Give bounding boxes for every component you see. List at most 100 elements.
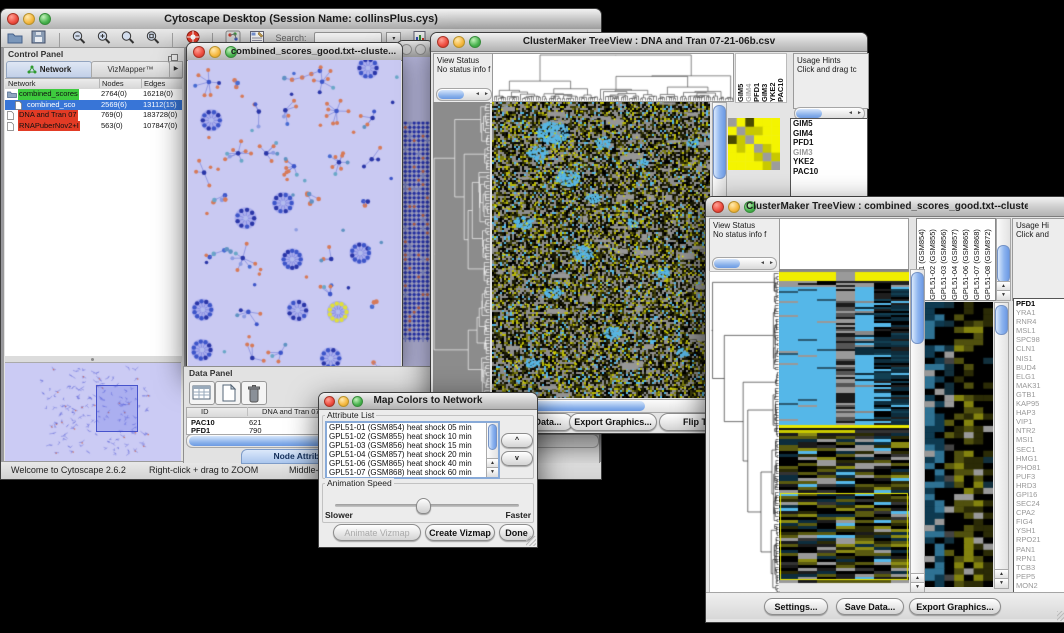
view-status-scrollbar[interactable]: ◄► [712, 257, 777, 270]
gene-label[interactable]: MSL1 [1014, 326, 1064, 335]
attribute-list-item[interactable]: GPL51-03 (GSM856) heat shock 15 min [327, 441, 487, 450]
close-button[interactable] [437, 36, 449, 48]
minimize-button[interactable] [209, 46, 221, 58]
row-dendrogram-canvas[interactable] [709, 271, 780, 593]
col-edges[interactable]: Edges [141, 79, 165, 88]
column-label[interactable]: GPL51-06 (GSM865) [961, 219, 972, 300]
gene-label[interactable]: RPO21 [1014, 535, 1064, 544]
delete-attribute-button[interactable] [241, 381, 267, 405]
column-label[interactable]: GPL51-03 (GSM856) [939, 219, 950, 300]
column-labels-scrollbar[interactable]: ▲ ▼ [996, 218, 1011, 301]
column-label[interactable]: GIM3 [760, 54, 768, 102]
gene-label[interactable]: PHO81 [1014, 463, 1064, 472]
attribute-table-button[interactable] [189, 381, 215, 405]
scroll-down-icon[interactable]: ▼ [487, 467, 498, 477]
gene-label[interactable]: GIM5 [791, 119, 867, 129]
minimize-button[interactable] [23, 13, 35, 25]
gene-label[interactable]: GPI16 [1014, 490, 1064, 499]
minimize-button[interactable] [338, 396, 349, 407]
dense-network-canvas[interactable] [398, 57, 432, 370]
col-id[interactable]: ID [201, 407, 209, 416]
move-down-button[interactable]: v [501, 451, 533, 466]
gene-label[interactable]: SPC98 [1014, 335, 1064, 344]
gene-label[interactable]: GTB1 [1014, 390, 1064, 399]
gene-label[interactable]: TCB3 [1014, 563, 1064, 572]
create-vizmap-button[interactable]: Create Vizmap [425, 524, 495, 541]
main-titlebar[interactable]: Cytoscape Desktop (Session Name: collins… [1, 9, 601, 30]
gene-label[interactable]: MSI1 [1014, 435, 1064, 444]
resize-grip[interactable] [526, 536, 536, 546]
network-list-row[interactable]: combined_sco2569(6)13112(15) [5, 100, 182, 111]
network-view-canvas[interactable] [188, 60, 401, 368]
column-label[interactable]: YKE2 [768, 54, 776, 102]
export-graphics-button[interactable]: Export Graphics... [569, 413, 657, 431]
settings-button[interactable]: Settings... [764, 598, 828, 615]
export-graphics-button[interactable]: Export Graphics... [909, 598, 1001, 615]
gene-label[interactable]: NIS1 [1014, 354, 1064, 363]
speed-slider-thumb[interactable] [416, 498, 431, 514]
gene-label[interactable]: HAP3 [1014, 408, 1064, 417]
attribute-list-scrollbar[interactable]: ▲ ▼ [486, 423, 498, 477]
gene-label[interactable]: GIM4 [791, 129, 867, 139]
scroll-down-icon[interactable]: ▼ [911, 582, 924, 592]
gene-label[interactable]: SEC24 [1014, 499, 1064, 508]
column-tree-area[interactable] [779, 218, 909, 271]
column-dendrogram-canvas[interactable] [492, 53, 734, 102]
network-list-row[interactable]: RNAPuberNov2+I563(0)107847(0) [5, 121, 182, 132]
resize-grip[interactable] [1057, 611, 1064, 621]
gene-label[interactable]: MAK31 [1014, 381, 1064, 390]
col-nodes[interactable]: Nodes [99, 79, 124, 88]
gene-label[interactable]: PAC10 [791, 167, 867, 177]
move-up-button[interactable]: ^ [501, 433, 533, 448]
col-network[interactable]: Network [8, 79, 36, 88]
scroll-right-icon[interactable]: ► [482, 89, 491, 100]
gene-label[interactable]: SEC1 [1014, 445, 1064, 454]
column-label[interactable]: GPL51-04 (GSM857) [950, 219, 961, 300]
row-dendrogram-canvas[interactable] [433, 102, 490, 398]
close-button[interactable] [324, 396, 335, 407]
new-attribute-button[interactable] [215, 381, 241, 405]
gene-label[interactable]: PFD1 [1014, 299, 1064, 308]
attribute-list-item[interactable]: GPL51-07 (GSM868) heat shock 60 min [327, 468, 487, 477]
gene-label[interactable]: YKE2 [791, 157, 867, 167]
scroll-left-icon[interactable]: ◄ [473, 89, 482, 100]
column-label[interactable]: GIM4 [744, 54, 752, 102]
tab-network[interactable]: Network [6, 61, 92, 78]
scroll-left-icon[interactable]: ◄ [758, 258, 767, 269]
column-label[interactable]: GPL51-02 (GSM855) [928, 219, 939, 300]
gene-label[interactable]: MON2 [1014, 581, 1064, 590]
attribute-list-item[interactable]: GPL51-04 (GSM857) heat shock 20 min [327, 450, 487, 459]
minimize-button[interactable] [728, 201, 740, 213]
attribute-list-item[interactable]: GPL51-06 (GSM865) heat shock 40 min [327, 459, 487, 468]
gene-label[interactable]: YSH1 [1014, 526, 1064, 535]
gene-label[interactable]: CLN1 [1014, 344, 1064, 353]
minimize-button[interactable] [453, 36, 465, 48]
gene-heatmap-canvas[interactable] [492, 102, 710, 398]
gene-label[interactable]: RPN1 [1014, 554, 1064, 563]
gene-label[interactable]: PUF3 [1014, 472, 1064, 481]
column-label[interactable]: GPL51-08 (GSM872) [983, 219, 994, 300]
scroll-down-icon[interactable]: ▼ [997, 290, 1010, 300]
minimize-button[interactable] [415, 44, 426, 55]
gene-label[interactable]: RNR4 [1014, 317, 1064, 326]
close-button[interactable] [193, 46, 205, 58]
gene-label[interactable]: CPA2 [1014, 508, 1064, 517]
tab-vizmapper[interactable]: VizMapper™ [91, 61, 170, 78]
gene-label[interactable]: PAN1 [1014, 545, 1064, 554]
gene-label[interactable]: NTR2 [1014, 426, 1064, 435]
save-data-button[interactable]: Save Data... [836, 598, 904, 615]
zoom-matrix-canvas[interactable] [728, 118, 780, 170]
close-button[interactable] [7, 13, 19, 25]
network-list-row[interactable]: combined_scores2764(0)16218(0) [5, 89, 182, 100]
gene-label[interactable]: FIG4 [1014, 517, 1064, 526]
gene-label[interactable]: KAP95 [1014, 399, 1064, 408]
column-label[interactable]: PAC10 [776, 54, 784, 102]
attribute-list-item[interactable]: GPL51-01 (GSM854) heat shock 05 min [327, 423, 487, 432]
gene-heatmap-canvas[interactable] [779, 269, 909, 591]
attribute-list-item[interactable]: GPL51-02 (GSM855) heat shock 10 min [327, 432, 487, 441]
scroll-right-icon[interactable]: ► [767, 258, 776, 269]
gene-label[interactable]: PFD1 [791, 138, 867, 148]
view-status-scrollbar[interactable]: ◄► [436, 88, 492, 101]
column-label[interactable]: PFD1 [752, 54, 760, 102]
gene-label[interactable]: HRD3 [1014, 481, 1064, 490]
